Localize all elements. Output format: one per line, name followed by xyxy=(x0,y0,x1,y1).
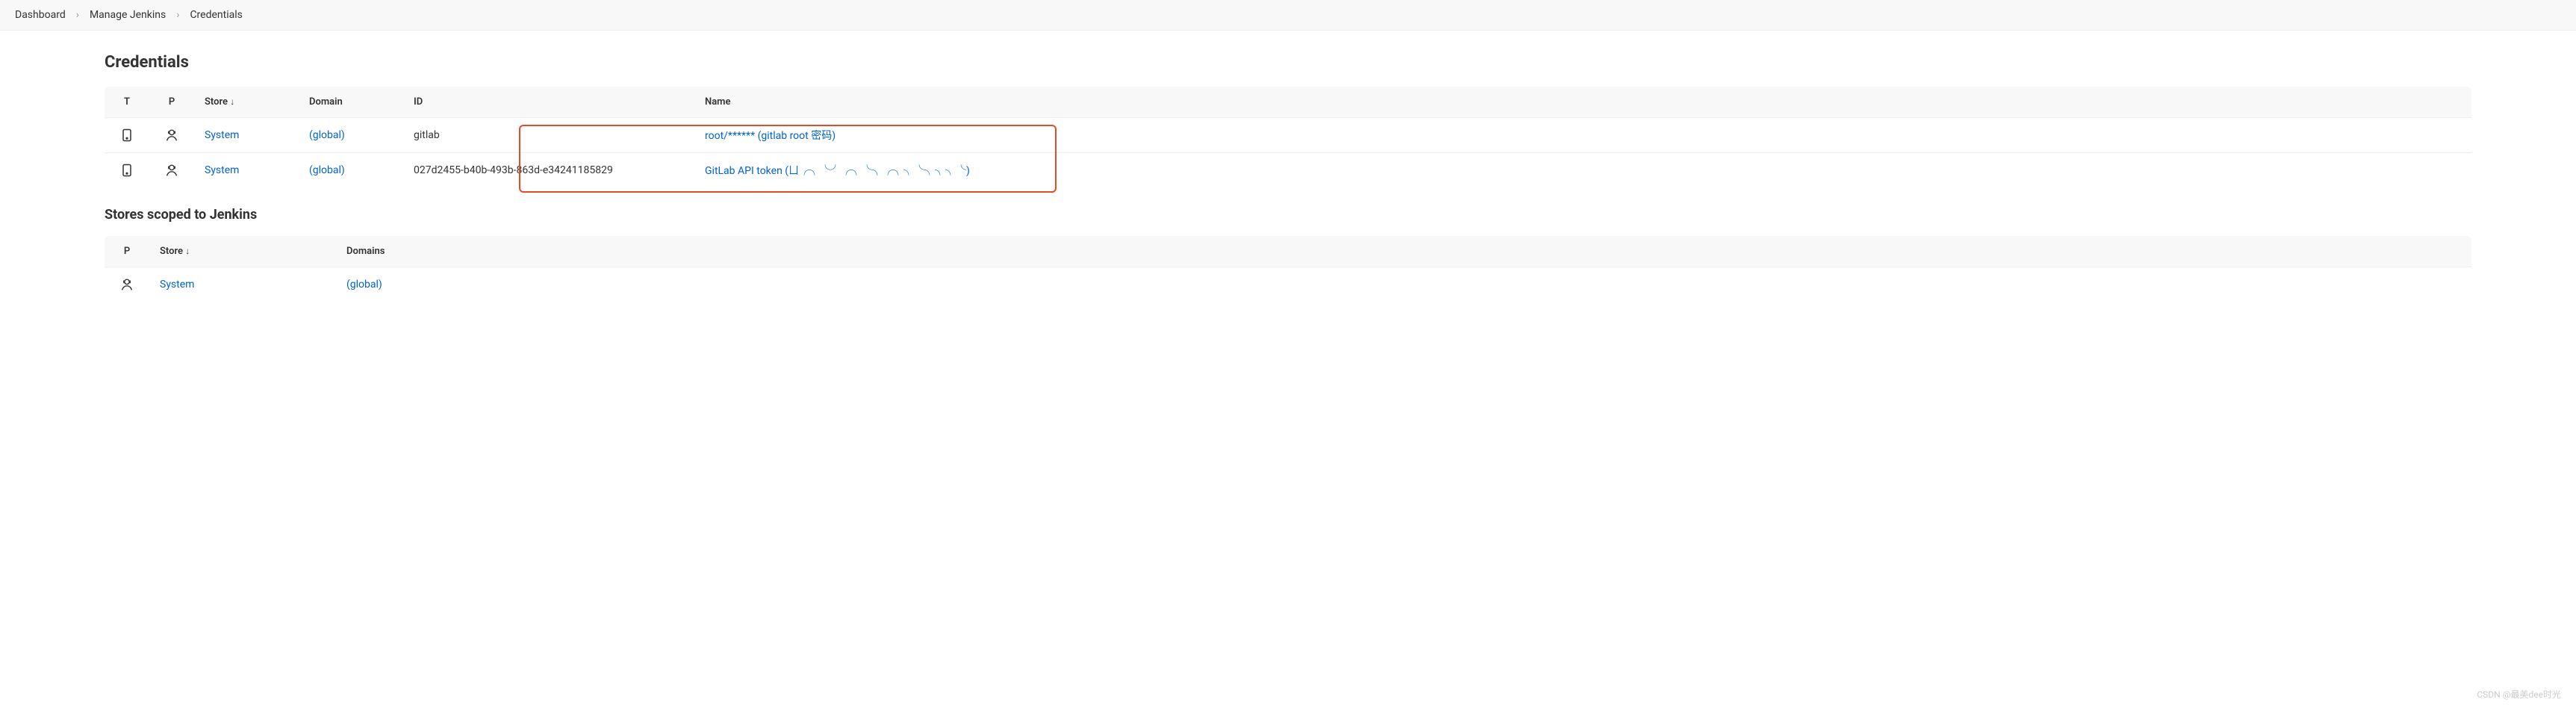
sort-arrow-icon: ↓ xyxy=(185,246,190,256)
breadcrumb-credentials[interactable]: Credentials xyxy=(190,9,242,21)
credential-name-link[interactable]: GitLab API token (ㄩ╭╮╰╯╭╮╰╮╭╮╮╰╮╮╮╰) xyxy=(705,165,970,177)
provider-icon xyxy=(149,153,194,188)
col-header-p[interactable]: P xyxy=(149,87,194,118)
col-header-p[interactable]: P xyxy=(105,236,149,267)
col-header-t[interactable]: T xyxy=(105,87,149,118)
table-row: System (global) 027d2455-b40b-493b-863d-… xyxy=(105,153,2471,188)
col-header-id[interactable]: ID xyxy=(403,87,694,118)
col-header-store[interactable]: Store ↓ xyxy=(194,87,299,118)
provider-icon xyxy=(105,267,149,302)
credentials-table: T P Store ↓ Domain ID Name xyxy=(105,87,2471,187)
col-header-domain[interactable]: Domain xyxy=(299,87,403,118)
credential-id: 027d2455-b40b-493b-863d-e34241185829 xyxy=(403,153,694,188)
section-title-stores: Stores scoped to Jenkins xyxy=(105,207,2471,223)
table-row: System (global) xyxy=(105,267,2471,302)
stores-table: P Store ↓ Domains System (global) xyxy=(105,236,2471,302)
domain-link[interactable]: (global) xyxy=(346,279,382,291)
chevron-right-icon: › xyxy=(176,9,179,21)
breadcrumb-manage-jenkins[interactable]: Manage Jenkins xyxy=(90,9,166,21)
store-link[interactable]: System xyxy=(205,164,239,176)
page-title: Credentials xyxy=(105,53,2471,72)
credential-type-icon xyxy=(105,153,149,188)
col-header-store[interactable]: Store ↓ xyxy=(149,236,336,267)
breadcrumb-dashboard[interactable]: Dashboard xyxy=(15,9,66,21)
domain-link[interactable]: (global) xyxy=(309,164,345,176)
stores-table-panel: P Store ↓ Domains System (global) xyxy=(105,236,2471,302)
store-link[interactable]: System xyxy=(160,279,194,291)
col-header-name[interactable]: Name xyxy=(694,87,2471,118)
breadcrumb: Dashboard › Manage Jenkins › Credentials xyxy=(0,0,2576,31)
credentials-table-panel: T P Store ↓ Domain ID Name xyxy=(105,87,2471,187)
domain-link[interactable]: (global) xyxy=(309,129,345,141)
provider-icon xyxy=(149,118,194,153)
watermark: CSDN @最美dee时光 xyxy=(2477,688,2561,701)
col-header-domains[interactable]: Domains xyxy=(336,236,2471,267)
credential-type-icon xyxy=(105,118,149,153)
chevron-right-icon: › xyxy=(76,9,79,21)
credential-name-link[interactable]: root/****** (gitlab root 密码) xyxy=(705,130,836,142)
table-row: System (global) gitlab root/****** (gitl… xyxy=(105,118,2471,153)
sort-arrow-icon: ↓ xyxy=(230,96,234,107)
store-link[interactable]: System xyxy=(205,129,239,141)
credential-id: gitlab xyxy=(403,118,694,153)
